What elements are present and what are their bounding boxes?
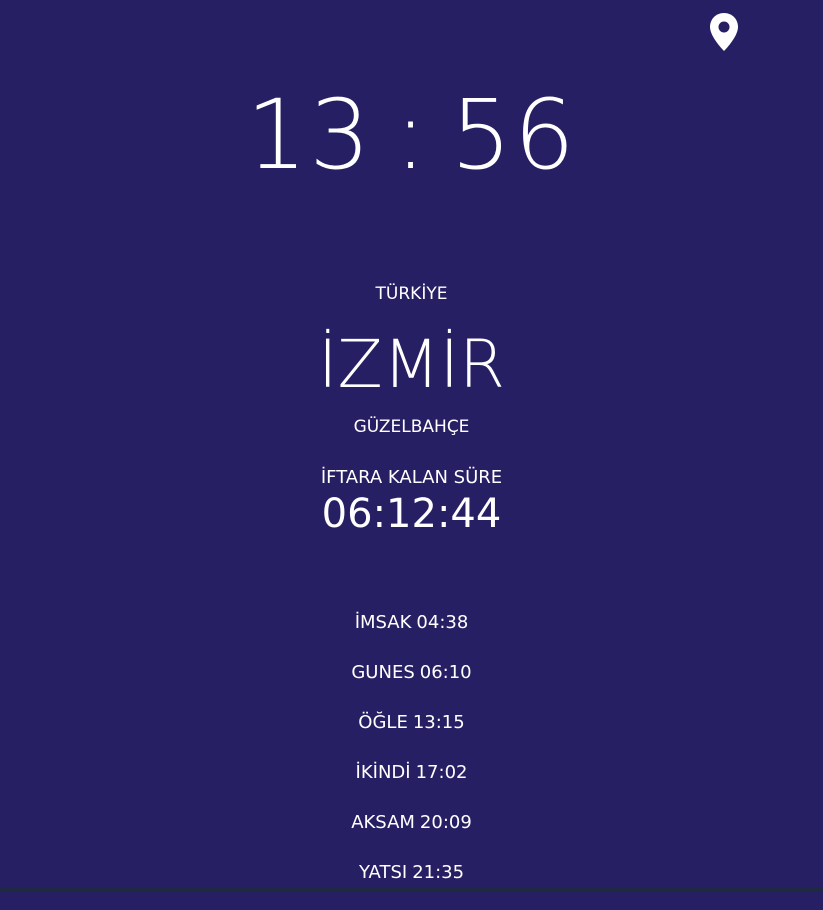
- prayer-time: 13:15: [412, 712, 465, 733]
- prayer-time: 17:02: [415, 762, 468, 783]
- prayer-name: GUNES: [351, 662, 415, 683]
- iftar-countdown-label: İFTARA KALAN SÜRE: [320, 467, 503, 488]
- location-button[interactable]: [708, 12, 740, 52]
- current-time-clock: 13:56: [0, 80, 823, 190]
- prayer-times-list: İMSAK 04:38 GUNES 06:10 ÖĞLE 13:15 İKİNDİ 17…: [0, 610, 823, 910]
- prayer-item-imsak: İMSAK 04:38: [0, 610, 823, 660]
- clock-hours: 13: [246, 79, 373, 191]
- district-label: GÜZELBAHÇE: [353, 417, 470, 437]
- prayer-item-yatsi: YATSI 21:35: [0, 860, 823, 910]
- country-label: TÜRKİYE: [375, 284, 448, 304]
- clock-minutes: 56: [450, 79, 577, 191]
- prayer-item-gunes: GUNES 06:10: [0, 660, 823, 710]
- prayer-name: İMSAK: [354, 612, 412, 633]
- prayer-item-ogle: ÖĞLE 13:15: [0, 710, 823, 760]
- prayer-time: 20:09: [419, 812, 472, 833]
- prayer-time: 04:38: [416, 612, 469, 633]
- prayer-item-ikindi: İKİNDİ 17:02: [0, 760, 823, 810]
- prayer-name: YATSI: [358, 862, 408, 883]
- prayer-time: 21:35: [412, 862, 465, 883]
- city-name: İZMİR: [318, 326, 505, 403]
- map-pin-icon: [710, 13, 738, 51]
- prayer-name: İKİNDİ: [355, 762, 411, 783]
- iftar-countdown-value: 06:12:44: [321, 491, 502, 537]
- clock-separator: :: [394, 79, 429, 191]
- prayer-time: 06:10: [419, 662, 472, 683]
- prayer-name: ÖĞLE: [358, 712, 408, 733]
- prayer-item-aksam: AKSAM 20:09: [0, 810, 823, 860]
- prayer-name: AKSAM: [351, 812, 415, 833]
